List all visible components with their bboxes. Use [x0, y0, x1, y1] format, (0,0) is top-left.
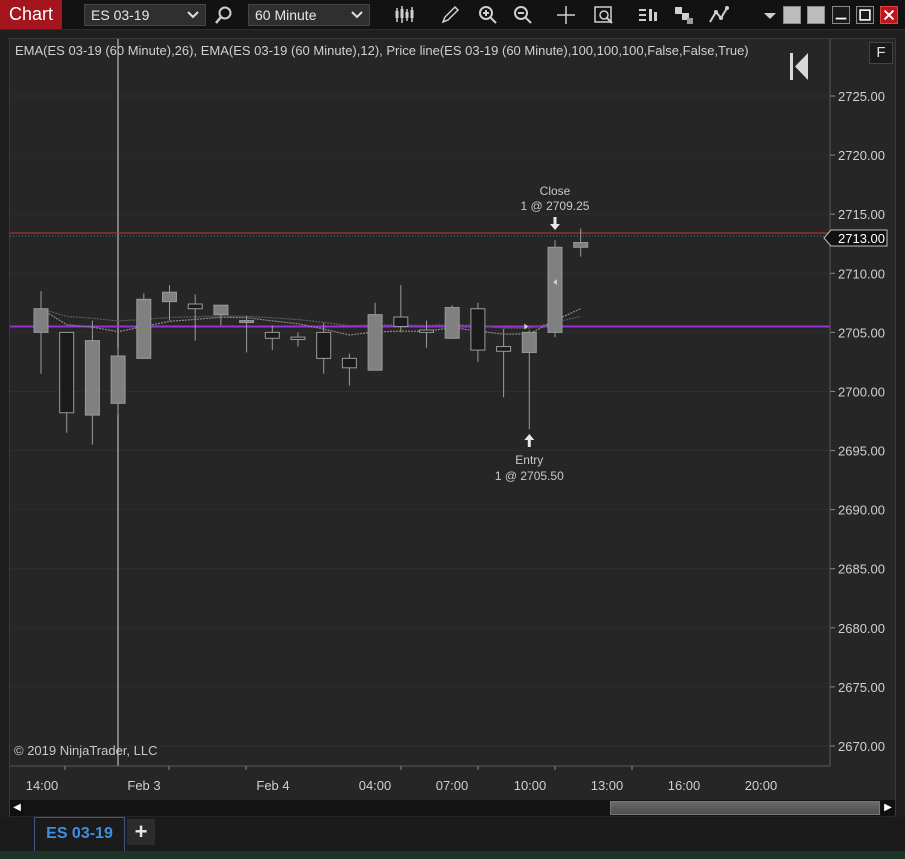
candle-body [162, 291, 177, 303]
x-tick-label: 10:00 [514, 778, 547, 793]
y-tick-label: 2705.00 [838, 325, 885, 340]
x-tick-label: Feb 4 [256, 778, 289, 793]
y-tick-label: 2685.00 [838, 562, 885, 577]
y-tick-label: 2715.00 [838, 207, 885, 222]
x-tick-label: 20:00 [745, 778, 778, 793]
add-tab-button[interactable]: + [127, 819, 155, 845]
candle-body [341, 357, 357, 369]
candle-body [521, 331, 537, 353]
candle-body [110, 355, 126, 404]
candle-body [33, 308, 49, 333]
scroll-thumb[interactable] [610, 801, 880, 815]
candle-body [367, 314, 383, 371]
candle-body [290, 336, 306, 340]
plot-area [10, 39, 830, 766]
x-tick-label: 13:00 [591, 778, 624, 793]
candle-body [84, 340, 100, 416]
ninjatrader-chart-window: Chart ES 03-19 60 Minute Close 1 @ 2709.… [0, 0, 905, 859]
x-tick-label: 14:00 [26, 778, 59, 793]
entry-marker-detail: 1 @ 2705.50 [495, 469, 564, 483]
y-tick-label: 2675.00 [838, 680, 885, 695]
y-tick-label: 2680.00 [838, 621, 885, 636]
x-tick-label: 07:00 [436, 778, 469, 793]
scroll-right-button[interactable]: ▶ [881, 800, 895, 816]
chart-grid [10, 39, 830, 766]
y-tick-label: 2690.00 [838, 503, 885, 518]
candle-body [316, 331, 332, 359]
candle-body [419, 329, 434, 333]
f-button[interactable]: F [869, 42, 893, 64]
candle-body [444, 307, 460, 339]
candle-body [573, 242, 589, 248]
y-tick-label: 2695.00 [838, 444, 885, 459]
x-tick-label: 04:00 [359, 778, 392, 793]
y-tick-label: 2720.00 [838, 148, 885, 163]
indicator-label: EMA(ES 03-19 (60 Minute),26), EMA(ES 03-… [15, 43, 749, 58]
x-tick-label: 16:00 [668, 778, 701, 793]
y-tick-label: 2700.00 [838, 384, 885, 399]
price-chart[interactable]: Close1 @ 2709.25 Entry 1 @ 2705.50 2725.00… [0, 0, 905, 800]
candle-body [547, 246, 563, 333]
close-marker-title: Close [540, 184, 571, 198]
skip-to-end-icon [790, 53, 793, 80]
candle-body [264, 331, 280, 339]
y-tick-label: 2670.00 [838, 739, 885, 754]
scroll-left-button[interactable]: ◀ [10, 800, 24, 816]
candle-body [59, 331, 75, 414]
x-tick-label: Feb 3 [127, 778, 160, 793]
candle-body [187, 303, 203, 310]
tab-es-03-19[interactable]: ES 03-19 [34, 817, 125, 851]
y-tick-label: 2725.00 [838, 89, 885, 104]
copyright-text: © 2019 NinjaTrader, LLC [14, 743, 158, 758]
candle-body [393, 316, 409, 327]
y-tick-label: 2710.00 [838, 266, 885, 281]
candle-body [496, 346, 512, 352]
candle-body [213, 304, 229, 316]
entry-marker-title: Entry [515, 453, 543, 467]
candle-body [136, 298, 152, 359]
last-price-label: 2713.00 [838, 231, 885, 246]
status-bar [0, 851, 905, 859]
candle-body [239, 320, 255, 324]
close-marker-detail: 1 @ 2709.25 [521, 199, 590, 213]
candle-body [470, 308, 486, 351]
